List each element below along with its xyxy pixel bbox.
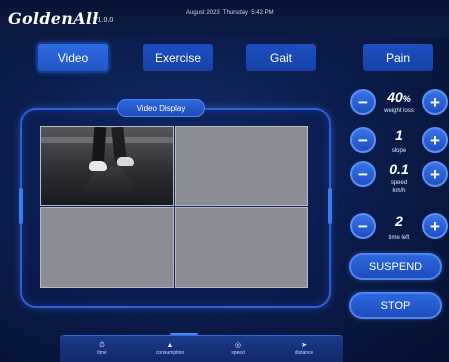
slope-control: − 1 slope +	[344, 127, 448, 159]
tab-gait[interactable]: Gait	[246, 44, 316, 71]
weight-loss-label: weight loss	[384, 108, 414, 114]
weight-loss-value: 40%	[387, 89, 411, 105]
time-left-decrease-button[interactable]: −	[350, 213, 376, 239]
treadmill-belt	[73, 167, 145, 205]
stat-distance: ➤ distance	[274, 342, 334, 357]
right-shoe	[117, 157, 134, 166]
app-logo: GoldenAll	[8, 9, 99, 28]
stats-bar: ⏱ time ▲ consumption ◎ speed ➤ distance	[60, 335, 343, 362]
stat-distance-label: distance	[294, 350, 314, 356]
slope-value: 1	[395, 127, 403, 143]
slope-label: slope	[391, 148, 407, 154]
stat-time: ⏱ time	[72, 342, 132, 357]
speed-label-text: speed	[390, 180, 408, 186]
speed-unit: km/h	[392, 188, 406, 194]
weight-loss-control: − 40% weight loss +	[344, 89, 448, 121]
treadmill-rail	[41, 137, 173, 143]
slope-decrease-button[interactable]: −	[350, 127, 376, 153]
camera-feed-3[interactable]	[40, 207, 174, 288]
time-left-label: time left	[388, 235, 410, 241]
time-left-value: 2	[395, 213, 403, 229]
tab-exercise[interactable]: Exercise	[143, 44, 213, 71]
tab-video[interactable]: Video	[38, 44, 108, 71]
speed-value: 0.1	[389, 161, 409, 177]
stat-speed: ◎ speed	[208, 342, 268, 357]
speed-increase-button[interactable]: +	[422, 161, 448, 187]
tab-pain[interactable]: Pain	[363, 44, 433, 71]
camera-feed-1[interactable]	[40, 126, 174, 206]
time-left-increase-button[interactable]: +	[422, 213, 448, 239]
camera-feed-4[interactable]	[175, 207, 308, 288]
gauge-icon: ◎	[234, 342, 242, 349]
weight-loss-decrease-button[interactable]: −	[350, 89, 376, 115]
stat-speed-label: speed	[231, 350, 245, 356]
speed-decrease-button[interactable]: −	[350, 161, 376, 187]
stop-button[interactable]: STOP	[349, 292, 442, 319]
stat-time-label: time	[97, 350, 107, 356]
weight-loss-increase-button[interactable]: +	[422, 89, 448, 115]
frame-handle-right	[328, 188, 332, 224]
arrow-icon: ➤	[301, 342, 307, 349]
stat-consumption: ▲ consumption	[140, 342, 200, 357]
app-version: V1.0.0	[93, 17, 114, 24]
time-left-control: − 2 time left +	[344, 213, 448, 245]
speed-control: − 0.1 speed km/h +	[344, 161, 448, 195]
left-leg	[91, 127, 107, 166]
frame-handle-left	[19, 188, 23, 224]
left-shoe	[89, 161, 107, 171]
suspend-button[interactable]: SUSPEND	[349, 253, 442, 280]
video-display-label: Video Display	[117, 99, 205, 117]
speed-label: speed km/h	[374, 179, 424, 195]
camera-feed-2[interactable]	[175, 126, 308, 206]
slope-increase-button[interactable]: +	[422, 127, 448, 153]
date-time: August 2023 Thursday 5:42 PM	[186, 10, 274, 16]
stat-consumption-label: consumption	[155, 350, 185, 356]
flame-icon: ▲	[166, 342, 174, 349]
top-bar: GoldenAll V1.0.0 August 2023 Thursday 5:…	[0, 0, 449, 38]
clock-icon: ⏱	[99, 342, 105, 349]
